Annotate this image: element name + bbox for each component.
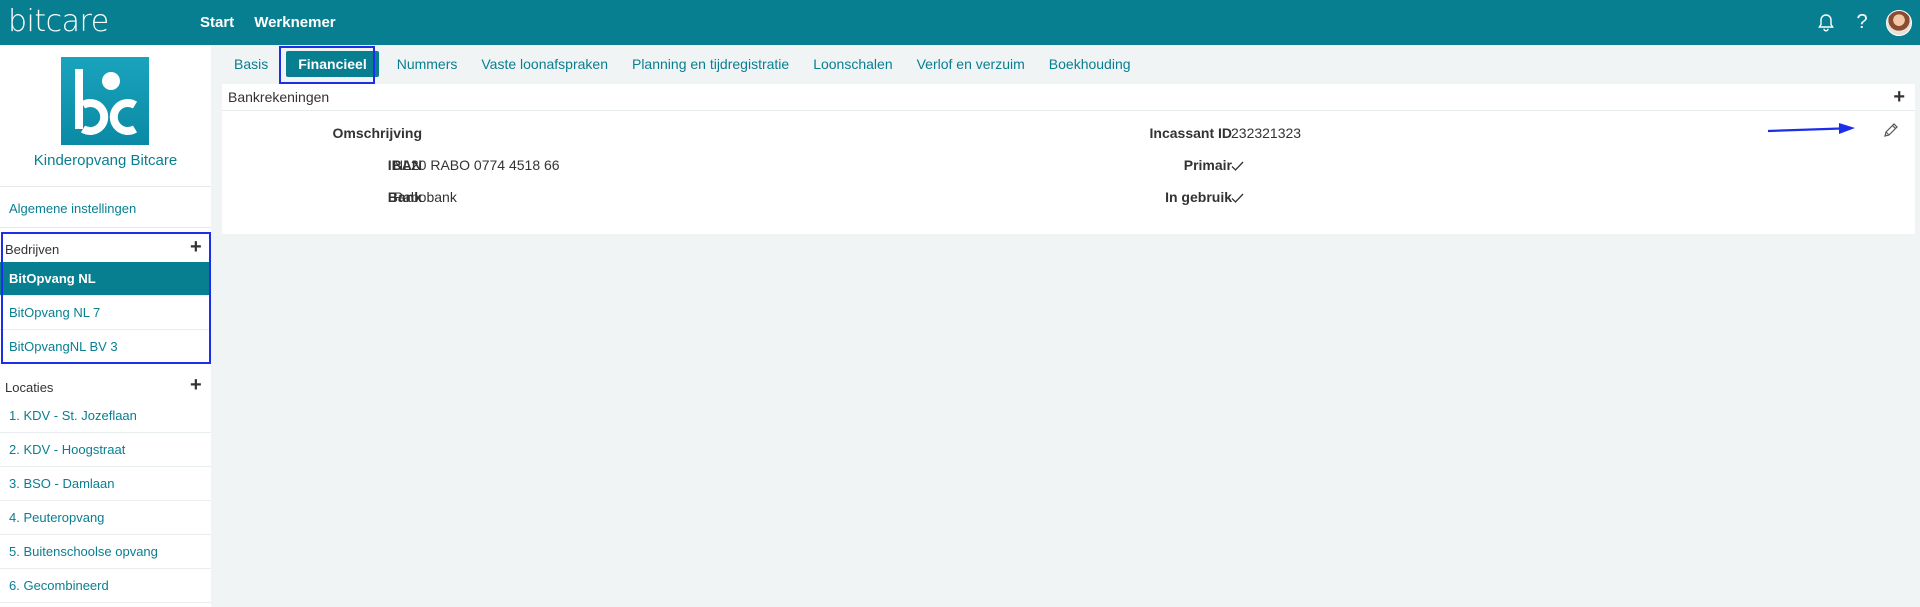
nav-werknemer[interactable]: Werknemer	[254, 14, 335, 31]
location-item[interactable]: 5. Buitenschoolse opvang	[0, 535, 211, 569]
organization-name: Kinderopvang Bitcare	[33, 152, 178, 169]
location-item[interactable]: 2. KDV - Hoogstraat	[0, 433, 211, 467]
tab-vaste-loonafspraken[interactable]: Vaste loonafspraken	[469, 51, 620, 77]
panel-title: Bankrekeningen	[228, 89, 330, 105]
collector-id-value: 232321323	[1231, 125, 1302, 141]
avatar[interactable]	[1886, 9, 1912, 36]
companies-highlight	[1, 232, 211, 364]
bell-icon[interactable]	[1808, 0, 1844, 45]
location-item[interactable]: 3. BSO - Damlaan	[0, 467, 211, 501]
active-tab-highlight	[279, 46, 375, 84]
locations-section-title: Locaties	[5, 380, 54, 395]
sidebar-divider	[0, 186, 211, 187]
tab-boekhouding[interactable]: Boekhouding	[1037, 51, 1143, 77]
tab-verlof-en-verzuim[interactable]: Verlof en verzuim	[905, 51, 1037, 77]
bank-accounts-panel: Bankrekeningen + Omschrijving IBAN NL20 …	[222, 84, 1915, 234]
top-nav: Start Werknemer	[200, 0, 336, 45]
tab-planning-en-tijdregistratie[interactable]: Planning en tijdregistratie	[620, 51, 801, 77]
description-label: Omschrijving	[332, 125, 422, 141]
tab-basis[interactable]: Basis	[222, 51, 280, 77]
in-use-check-icon	[1231, 191, 1244, 207]
general-settings-link[interactable]: Algemene instellingen	[9, 201, 136, 216]
collector-id-label: Incassant ID	[1149, 125, 1232, 141]
nav-start[interactable]: Start	[200, 14, 234, 31]
primary-check-icon	[1231, 159, 1244, 175]
iban-value: NL20 RABO 0774 4518 66	[393, 157, 560, 173]
location-item[interactable]: 1. KDV - St. Jozeflaan	[0, 399, 211, 433]
in-use-label: In gebruik	[1165, 189, 1232, 205]
app-logo[interactable]: bitcare	[8, 4, 109, 39]
add-bank-account-icon[interactable]: +	[1893, 87, 1905, 107]
top-bar: bitcare Start Werknemer ?	[0, 0, 1920, 45]
panel-header: Bankrekeningen +	[222, 84, 1915, 111]
location-item[interactable]: 6. Gecombineerd	[0, 569, 211, 603]
question-icon[interactable]: ?	[1844, 0, 1880, 45]
add-location-icon[interactable]: +	[190, 375, 202, 395]
bank-value: Rabobank	[393, 189, 457, 205]
sidebar-divider	[0, 227, 211, 228]
primary-label: Primair	[1183, 157, 1232, 173]
organization-logo	[61, 57, 149, 145]
tab-nummers[interactable]: Nummers	[385, 51, 470, 77]
top-bar-actions: ?	[1808, 0, 1920, 45]
tab-loonschalen[interactable]: Loonschalen	[801, 51, 904, 77]
annotation-arrow-icon	[1767, 122, 1857, 139]
edit-pencil-icon[interactable]	[1883, 122, 1899, 141]
location-item[interactable]: 4. Peuteropvang	[0, 501, 211, 535]
